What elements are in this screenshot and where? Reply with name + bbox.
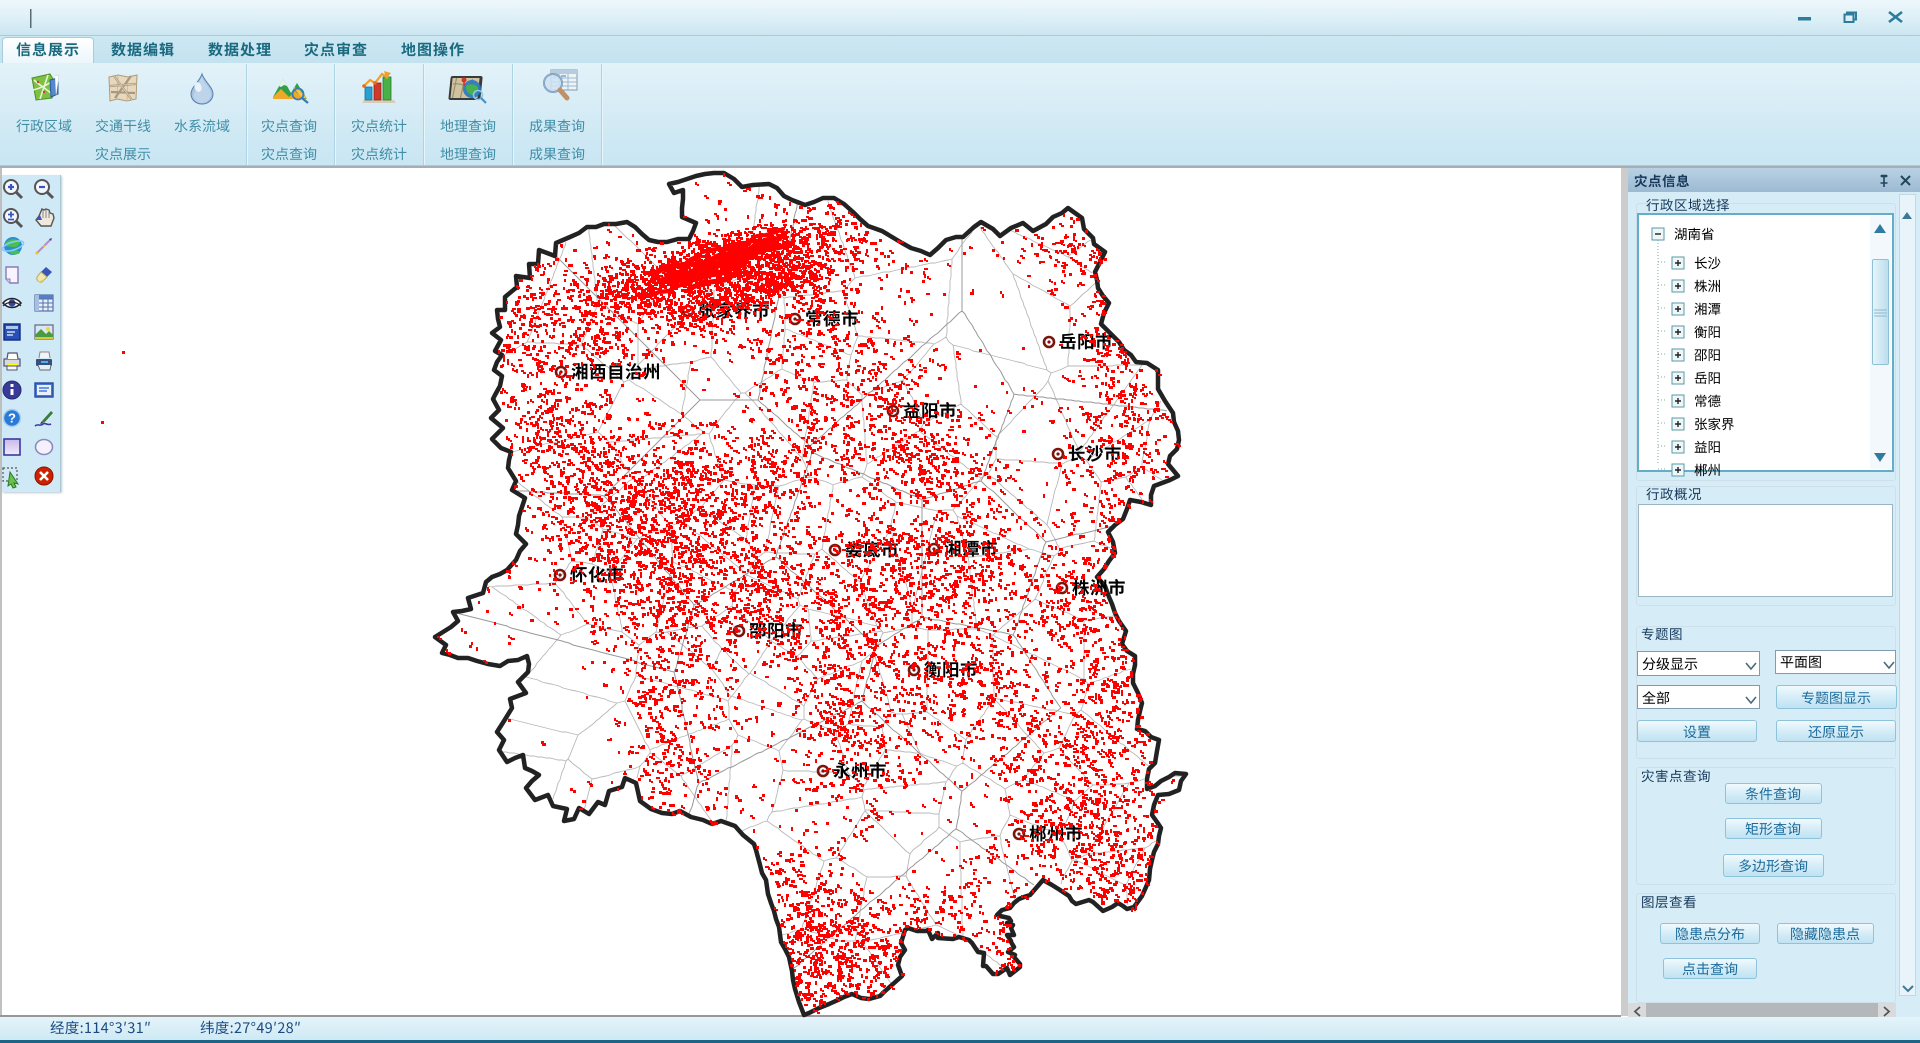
svg-text:?: ? (8, 411, 16, 426)
